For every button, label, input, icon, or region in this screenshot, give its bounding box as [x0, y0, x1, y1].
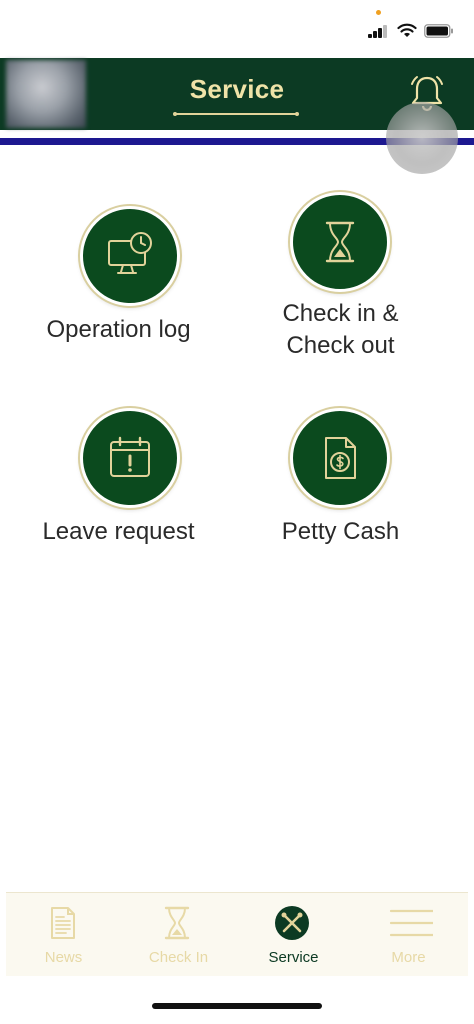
- service-label: Check out: [286, 332, 395, 359]
- tools-icon: [275, 906, 309, 940]
- service-label: Petty Cash: [281, 518, 400, 545]
- tab-more[interactable]: More: [351, 893, 466, 977]
- menu-icon: [389, 909, 433, 937]
- user-avatar[interactable]: [6, 60, 86, 128]
- tab-news[interactable]: News: [6, 893, 121, 977]
- tab-label: News: [44, 949, 83, 966]
- service-petty-cash[interactable]: Petty Cash: [222, 408, 459, 553]
- bottom-tab-bar: News Check In Service More: [6, 892, 468, 976]
- tab-check-in[interactable]: Check In: [121, 893, 236, 977]
- wifi-icon: [397, 23, 417, 37]
- tab-label: More: [391, 949, 426, 966]
- service-label: Leave request: [42, 518, 195, 545]
- title-underline: [173, 112, 299, 116]
- service-leave-request[interactable]: Leave request: [0, 408, 237, 553]
- app-screen: Service Operation log Check in & Check o…: [0, 0, 474, 1024]
- tab-service[interactable]: Service: [236, 893, 351, 977]
- news-icon: [51, 907, 75, 939]
- service-icon-circle: [290, 408, 390, 508]
- service-check-in-out[interactable]: Check in & Check out: [222, 192, 459, 367]
- computer-clock-icon: [108, 232, 152, 274]
- tab-label: Service: [268, 949, 319, 966]
- hourglass-icon: [325, 221, 355, 263]
- service-icon-circle: [290, 192, 390, 292]
- service-icon-circle: [80, 206, 180, 306]
- calendar-alert-icon: [110, 436, 150, 477]
- status-bar: [0, 0, 474, 58]
- cellular-signal-icon: [368, 24, 390, 38]
- hourglass-icon: [164, 906, 190, 940]
- service-icon-circle: [80, 408, 180, 508]
- touch-indicator: [386, 102, 458, 174]
- privacy-indicator-dot: [376, 10, 381, 15]
- service-operation-log[interactable]: Operation log: [0, 206, 237, 366]
- page-title: Service: [189, 74, 285, 104]
- battery-icon: [424, 24, 453, 38]
- service-label: Operation log: [46, 316, 191, 343]
- service-label: Check in &: [282, 300, 399, 327]
- tab-label: Check In: [148, 949, 209, 966]
- dollar-document-icon: [325, 437, 356, 479]
- home-indicator[interactable]: [152, 1003, 322, 1009]
